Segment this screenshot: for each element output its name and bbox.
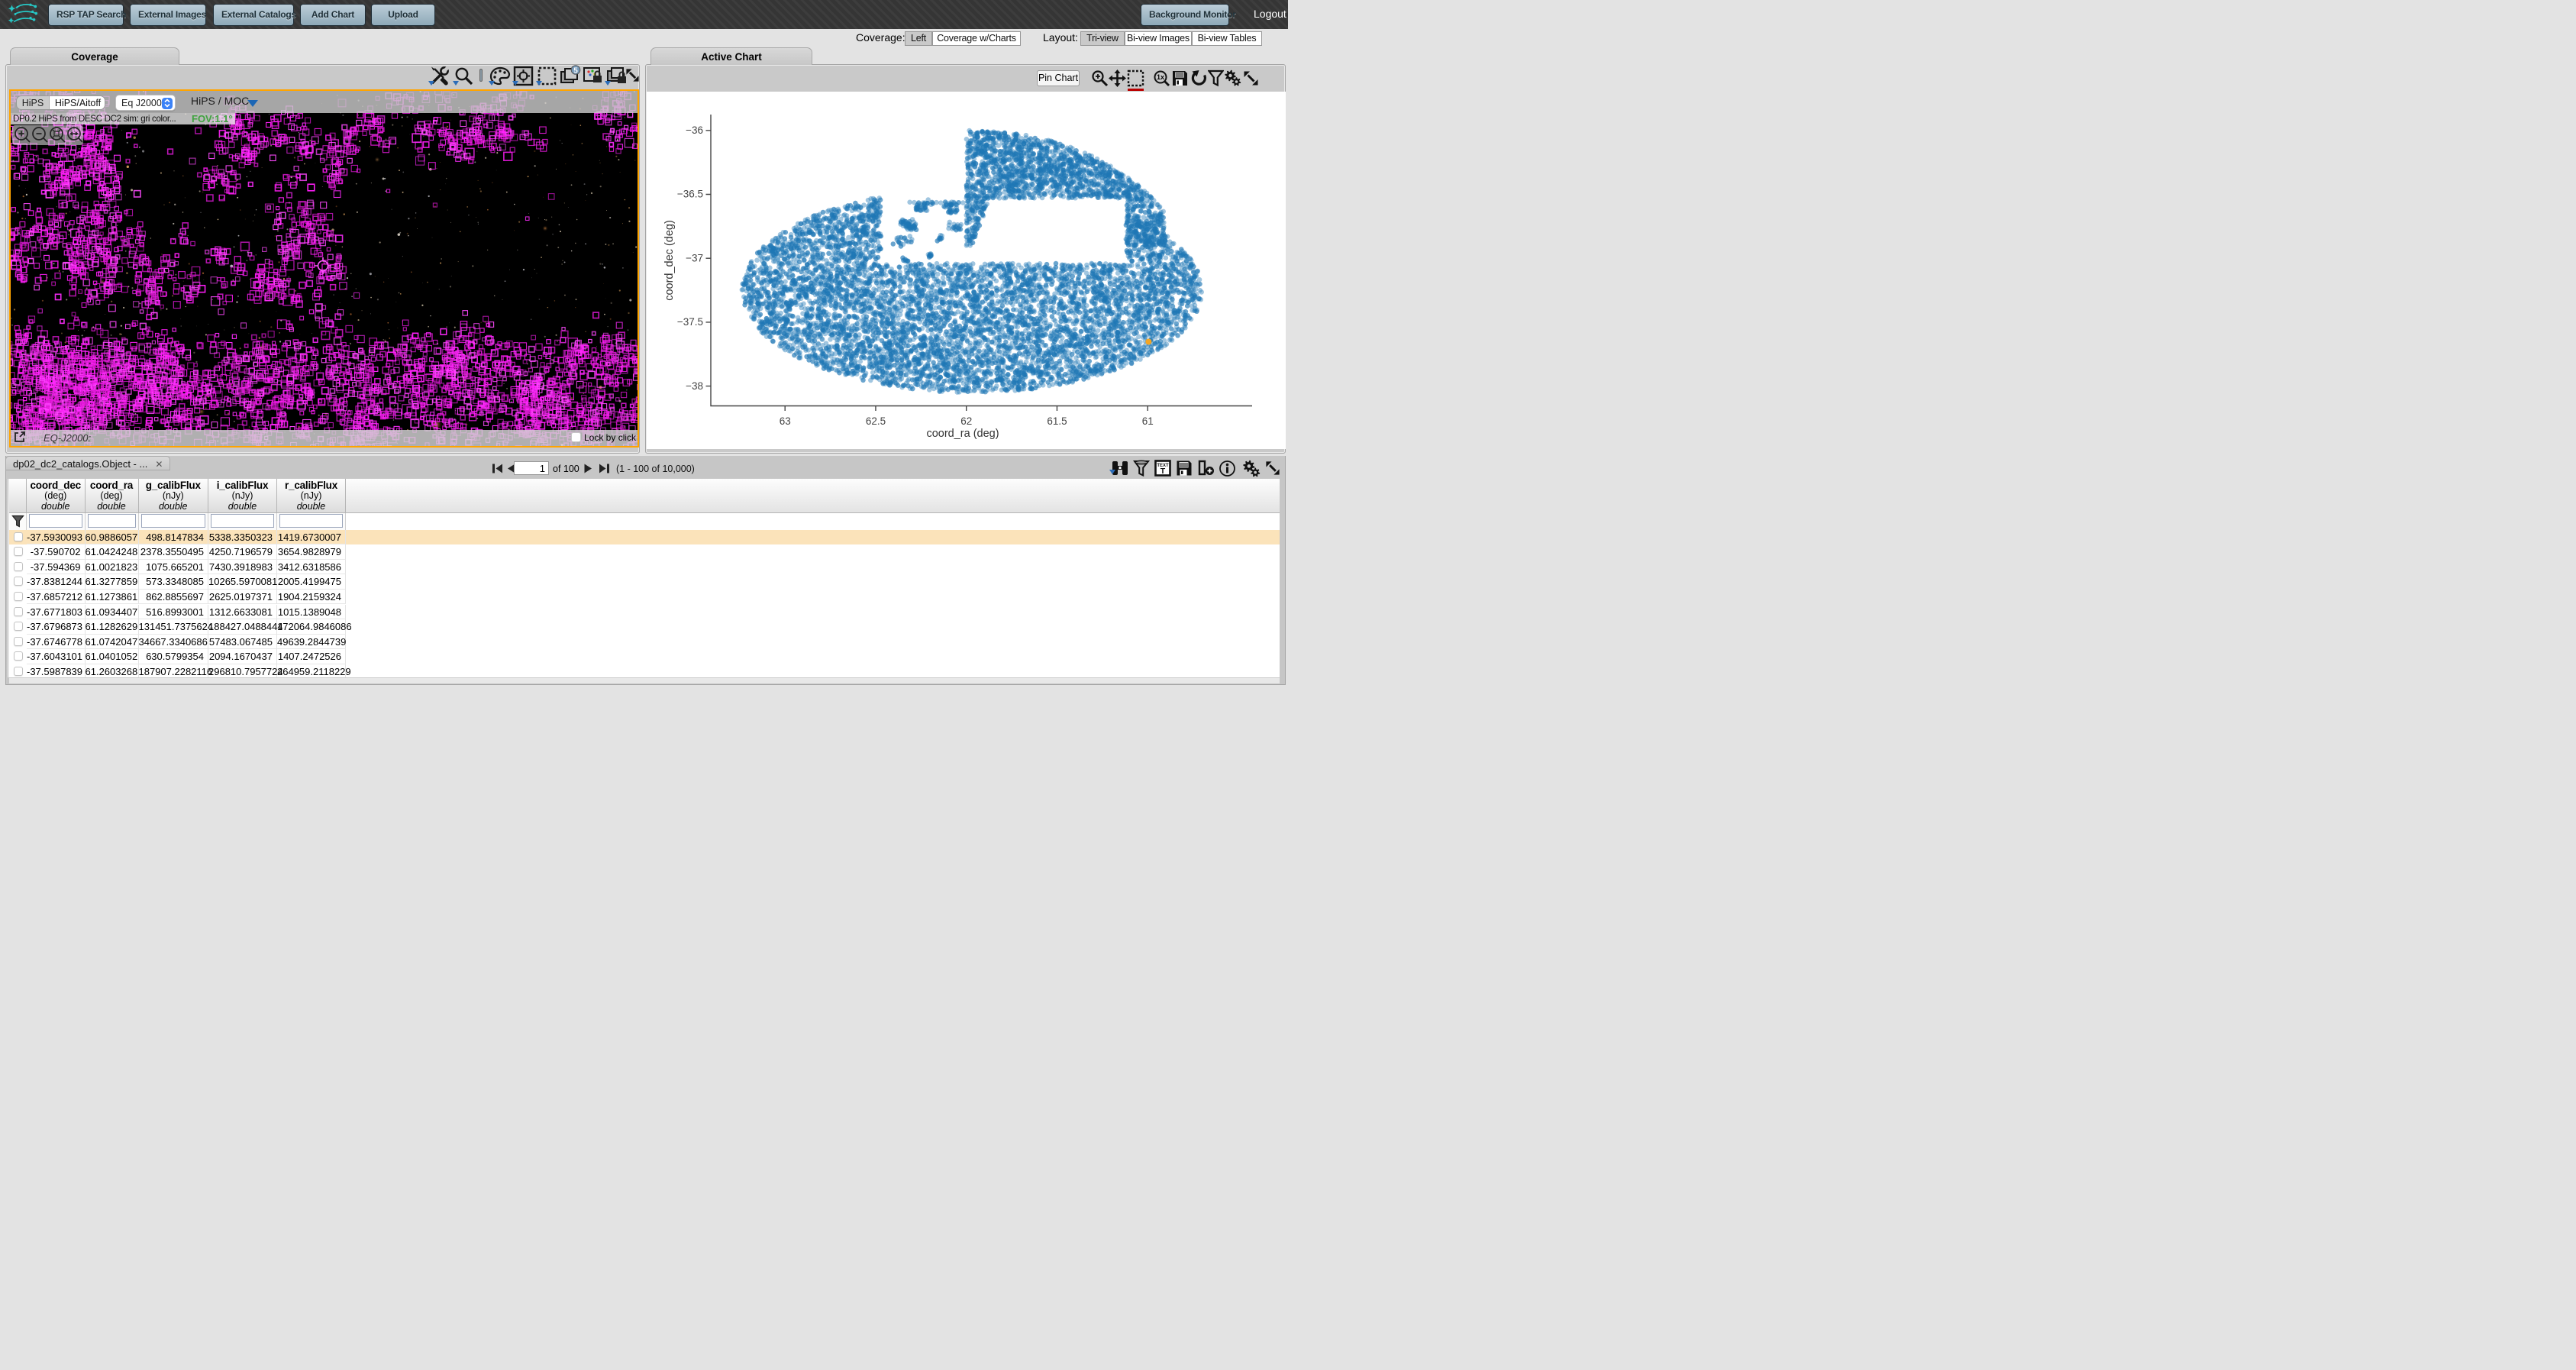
svg-text:1x: 1x — [1157, 73, 1164, 81]
svg-text:T: T — [1160, 467, 1166, 476]
svg-text:5: 5 — [573, 67, 578, 76]
